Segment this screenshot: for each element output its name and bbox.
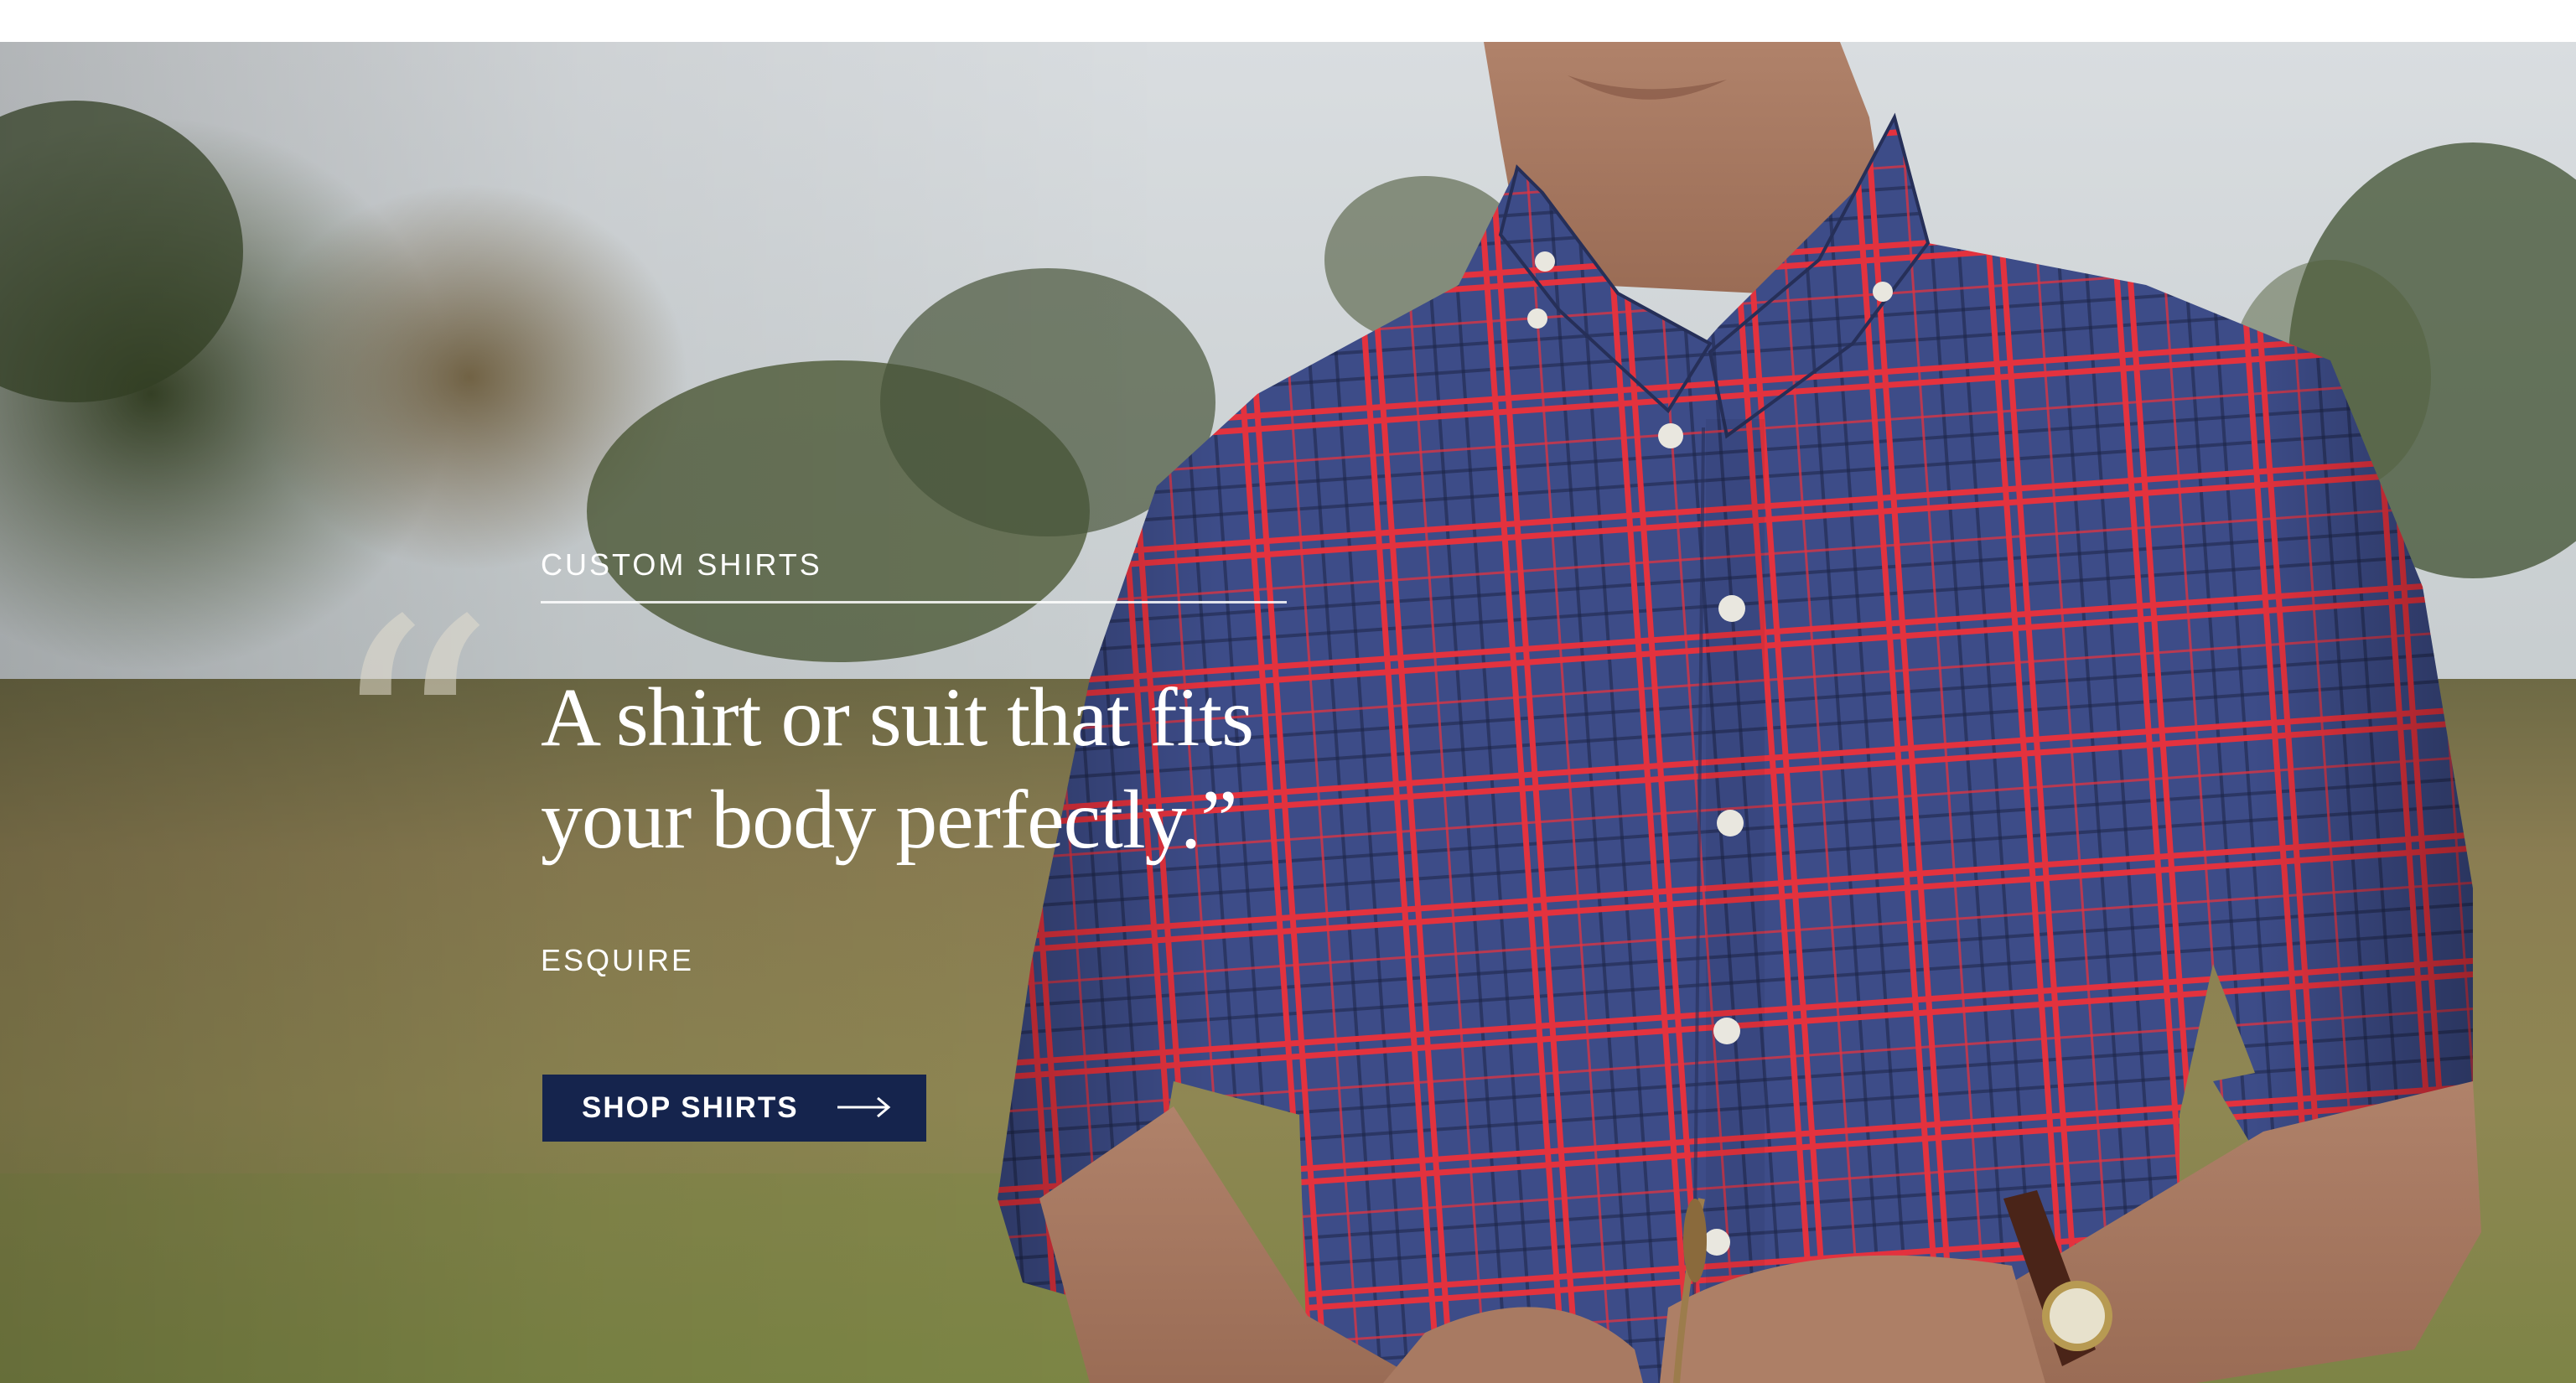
hero-banner: CUSTOM SHIRTS “ A shirt or suit that fit… <box>0 42 2576 1383</box>
quote-source: ESQUIRE <box>541 943 695 977</box>
quote-mark-icon: “ <box>325 551 497 940</box>
arrow-right-icon <box>836 1095 891 1122</box>
eyebrow-divider <box>541 601 1287 603</box>
shop-shirts-button[interactable]: SHOP SHIRTS <box>542 1075 926 1142</box>
testimonial-quote: A shirt or suit that fits your body perf… <box>541 666 1329 871</box>
quote-line-1: A shirt or suit that fits <box>541 671 1254 764</box>
eyebrow-label: CUSTOM SHIRTS <box>541 547 822 582</box>
top-bar <box>0 0 2576 42</box>
quote-line-2: your body perfectly.” <box>541 773 1238 866</box>
shop-shirts-label: SHOP SHIRTS <box>582 1091 799 1124</box>
